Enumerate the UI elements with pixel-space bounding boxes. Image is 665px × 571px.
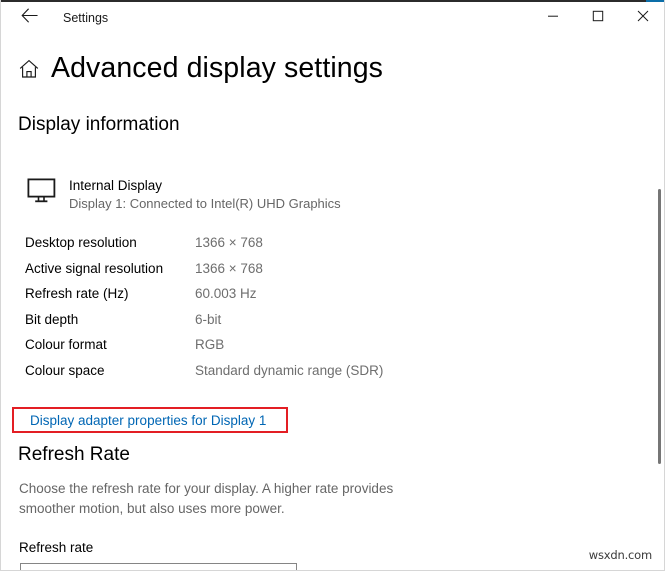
minimize-icon bbox=[547, 9, 559, 27]
info-label: Desktop resolution bbox=[25, 235, 195, 250]
monitor-name: Internal Display bbox=[69, 176, 341, 195]
display-summary: Internal Display Display 1: Connected to… bbox=[27, 176, 341, 213]
table-row: Colour format RGB bbox=[25, 332, 445, 358]
info-value: 60.003 Hz bbox=[195, 286, 257, 301]
page-title: Advanced display settings bbox=[51, 52, 383, 85]
home-icon[interactable] bbox=[17, 57, 41, 81]
monitor-icon bbox=[27, 178, 57, 204]
minimize-button[interactable] bbox=[530, 2, 575, 34]
info-label: Colour format bbox=[25, 337, 195, 352]
page-content: Advanced display settings Display inform… bbox=[1, 34, 665, 571]
refresh-rate-field-label: Refresh rate bbox=[19, 540, 93, 555]
table-row: Active signal resolution 1366 × 768 bbox=[25, 256, 445, 282]
window-title: Settings bbox=[63, 2, 108, 34]
table-row: Bit depth 6-bit bbox=[25, 307, 445, 333]
info-value: 6-bit bbox=[195, 312, 221, 327]
scrollbar[interactable] bbox=[652, 34, 665, 571]
maximize-button[interactable] bbox=[575, 2, 620, 34]
scrollbar-thumb[interactable] bbox=[658, 189, 661, 464]
page-header: Advanced display settings bbox=[17, 52, 383, 85]
highlight-box: Display adapter properties for Display 1 bbox=[12, 407, 288, 433]
watermark: wsxdn.com bbox=[589, 548, 652, 562]
info-value: Standard dynamic range (SDR) bbox=[195, 363, 383, 378]
maximize-icon bbox=[592, 9, 604, 27]
display-info-table: Desktop resolution 1366 × 768 Active sig… bbox=[25, 230, 445, 383]
table-row: Colour space Standard dynamic range (SDR… bbox=[25, 358, 445, 384]
info-label: Colour space bbox=[25, 363, 195, 378]
display-adapter-properties-link[interactable]: Display adapter properties for Display 1 bbox=[30, 413, 266, 428]
close-icon bbox=[637, 9, 649, 27]
info-label: Active signal resolution bbox=[25, 261, 195, 276]
refresh-rate-dropdown[interactable]: 60.003 Hz bbox=[20, 563, 297, 571]
info-label: Refresh rate (Hz) bbox=[25, 286, 195, 301]
display-information-heading: Display information bbox=[18, 114, 180, 136]
back-button[interactable] bbox=[7, 2, 51, 34]
table-row: Desktop resolution 1366 × 768 bbox=[25, 230, 445, 256]
info-value: RGB bbox=[195, 337, 224, 352]
settings-window: Settings bbox=[0, 0, 665, 571]
refresh-rate-description: Choose the refresh rate for your display… bbox=[19, 479, 419, 518]
info-value: 1366 × 768 bbox=[195, 261, 263, 276]
monitor-subtitle: Display 1: Connected to Intel(R) UHD Gra… bbox=[69, 195, 341, 213]
title-bar: Settings bbox=[1, 2, 665, 34]
info-value: 1366 × 768 bbox=[195, 235, 263, 250]
refresh-rate-heading: Refresh Rate bbox=[18, 444, 130, 466]
info-label: Bit depth bbox=[25, 312, 195, 327]
close-button[interactable] bbox=[620, 2, 665, 34]
back-arrow-icon bbox=[21, 8, 38, 28]
table-row: Refresh rate (Hz) 60.003 Hz bbox=[25, 281, 445, 307]
